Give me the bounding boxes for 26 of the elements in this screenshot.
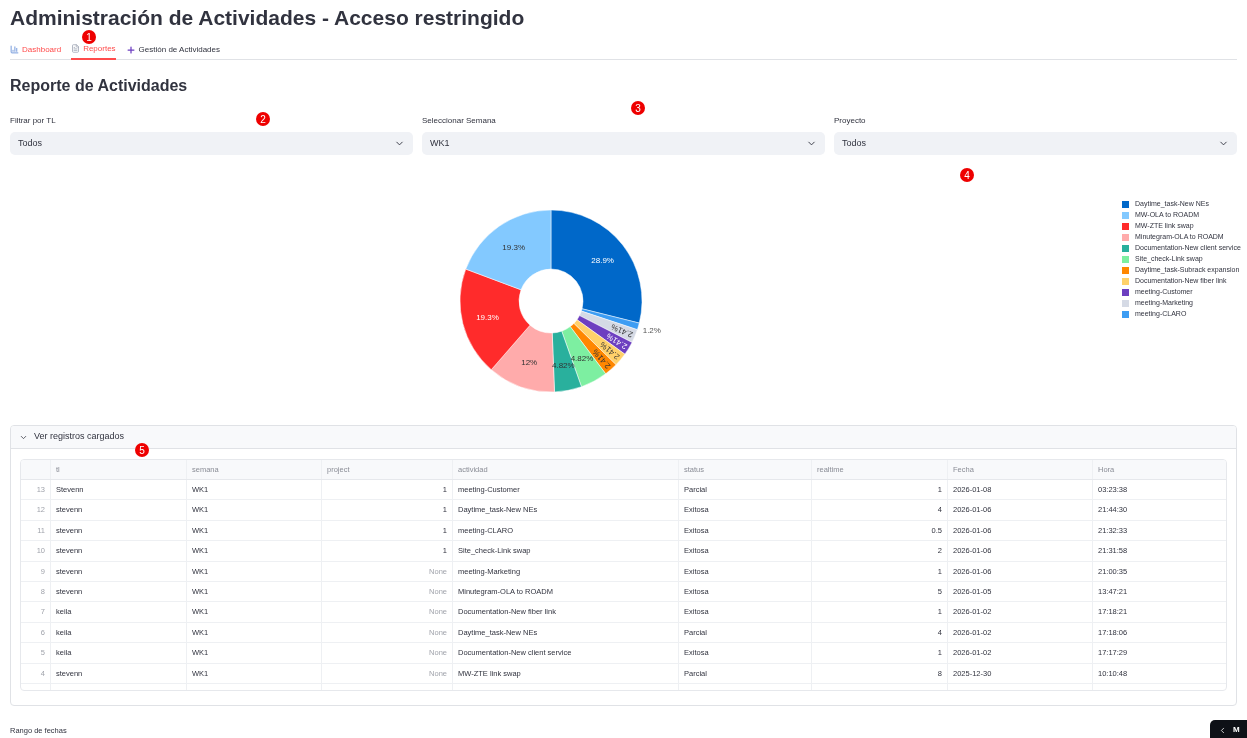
filter-label: Proyecto: [834, 116, 866, 126]
slice-label: 12%: [521, 358, 538, 368]
filter-label: Filtrar por TL: [10, 116, 56, 126]
chevron-left-icon: [1218, 725, 1227, 735]
slice-label: 1.2%: [642, 325, 661, 335]
select-dropdown[interactable]: Todos: [10, 132, 413, 155]
nav-tab[interactable]: Dashboard: [10, 43, 62, 60]
select-dropdown[interactable]: WK1: [422, 132, 825, 155]
sidebar-toggle-button[interactable]: M: [1210, 720, 1247, 738]
select-dropdown[interactable]: Todos: [834, 132, 1237, 155]
nav-tab[interactable]: Gestión de Actividades: [125, 43, 220, 60]
bar-chart-icon: [10, 45, 19, 54]
document-icon: [71, 44, 81, 53]
page-title: Administración de Actividades - Acceso restringido: [10, 5, 526, 31]
annotation-marker: 5: [135, 443, 149, 457]
slice-label: 19.3%: [476, 312, 499, 322]
filter-label: Seleccionar Semana: [422, 116, 496, 126]
plus-icon: [125, 44, 136, 55]
annotation-marker: 3: [631, 101, 645, 115]
annotation-marker: 2: [256, 112, 270, 126]
slice-label: 28.9%: [591, 256, 614, 266]
slice-label: 4.82%: [570, 354, 594, 364]
section-heading: Reporte de Actividades: [10, 76, 189, 96]
annotation-marker: 1: [82, 30, 96, 44]
annotation-marker: 4: [960, 168, 974, 182]
slice-label: 19.3%: [502, 242, 525, 252]
